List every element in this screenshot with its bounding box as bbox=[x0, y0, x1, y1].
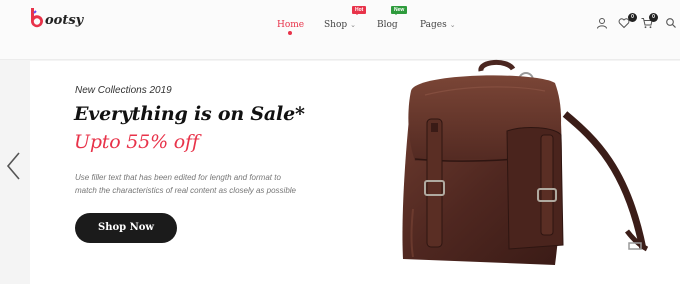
logo-mark-icon bbox=[30, 8, 43, 28]
hero-slider: New Collections 2019 Everything is on Sa… bbox=[0, 60, 680, 284]
site-header: ootsy Home Shop ⌄ Blog Pages ⌄ Hot New 0 0 bbox=[0, 0, 680, 60]
hero-description-line-1: Use filler text that has been edited for… bbox=[75, 173, 281, 182]
nav-pages-label: Pages bbox=[420, 20, 447, 30]
shop-now-button[interactable]: Shop Now bbox=[75, 213, 177, 243]
hero-headline: Everything is on Sale* bbox=[74, 103, 305, 125]
nav-shop[interactable]: Shop ⌄ bbox=[324, 20, 356, 30]
hot-badge: Hot bbox=[352, 6, 367, 15]
wishlist-count: 0 bbox=[628, 13, 637, 22]
brand-logo[interactable]: ootsy bbox=[28, 6, 83, 30]
new-badge: New bbox=[391, 6, 408, 15]
hero-description: Use filler text that has been edited for… bbox=[75, 171, 335, 197]
nav-blog[interactable]: Blog bbox=[377, 20, 398, 30]
brand-name: ootsy bbox=[45, 12, 84, 28]
user-icon[interactable] bbox=[596, 17, 608, 29]
hero-subhead: Upto 55% off bbox=[74, 131, 199, 153]
chevron-down-icon: ⌄ bbox=[449, 21, 456, 29]
nav-shop-label: Shop bbox=[324, 20, 348, 30]
chevron-left-icon[interactable] bbox=[4, 151, 22, 181]
backpack-image bbox=[402, 60, 649, 265]
chevron-down-icon: ⌄ bbox=[350, 21, 357, 29]
search-icon[interactable] bbox=[665, 17, 677, 29]
active-indicator bbox=[288, 31, 292, 35]
cart-count: 0 bbox=[649, 13, 658, 22]
nav-home[interactable]: Home bbox=[277, 20, 304, 30]
hero-eyebrow: New Collections 2019 bbox=[75, 85, 172, 96]
hero-description-line-2: match the characteristics of real conten… bbox=[75, 186, 296, 195]
nav-pages[interactable]: Pages ⌄ bbox=[420, 20, 456, 30]
hero-left-gutter bbox=[0, 61, 30, 284]
